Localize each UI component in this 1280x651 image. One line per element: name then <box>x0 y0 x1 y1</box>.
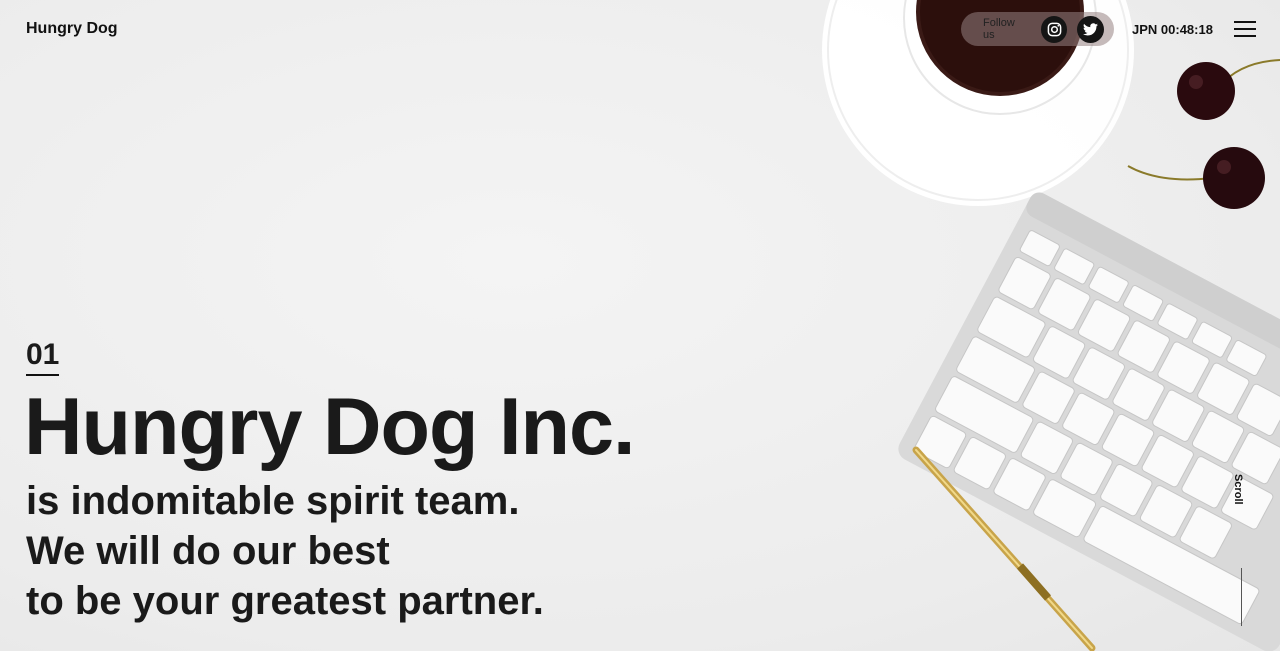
follow-us-bar: Follow us <box>961 12 1114 46</box>
instagram-button[interactable] <box>1040 15 1068 43</box>
hamburger-menu-icon[interactable] <box>1234 21 1256 39</box>
instagram-icon <box>1047 22 1061 36</box>
hero-tagline-line: We will do our best <box>26 529 390 573</box>
hero-tagline: is indomitable spirit team. We will do o… <box>26 476 544 626</box>
hero-tagline-line: to be your greatest partner. <box>26 579 544 623</box>
hero-tagline-line: is indomitable spirit team. <box>26 479 520 523</box>
clock-display: JPN 00:48:18 <box>1132 22 1213 37</box>
twitter-button[interactable] <box>1077 15 1105 43</box>
slide-number: 01 <box>26 338 60 376</box>
scroll-indicator-label[interactable]: Scroll <box>1232 474 1244 505</box>
follow-us-label: Follow us <box>983 17 1015 41</box>
hero-title: Hungry Dog Inc. <box>24 382 635 472</box>
scroll-indicator-line <box>1241 568 1242 626</box>
twitter-icon <box>1083 22 1099 35</box>
site-logo[interactable]: Hungry Dog <box>26 20 118 38</box>
